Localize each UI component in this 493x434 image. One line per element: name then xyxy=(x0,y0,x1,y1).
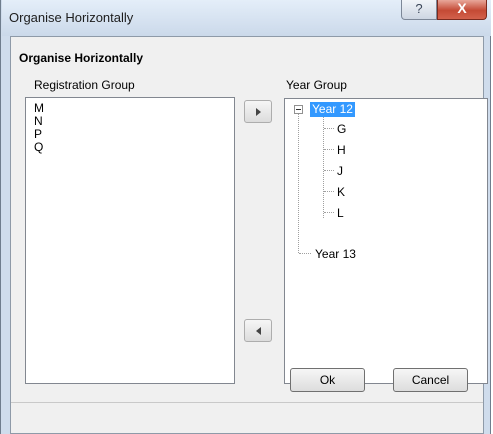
ok-button[interactable]: Ok xyxy=(290,368,365,392)
close-icon: X xyxy=(457,0,467,16)
dialog-client-area: Organise Horizontally Registration Group… xyxy=(10,36,488,434)
tree-node-year-12[interactable]: Year 12 xyxy=(310,102,355,117)
year-group-tree[interactable]: Year 12 G H J K L Year 13 xyxy=(284,98,488,384)
move-left-button[interactable] xyxy=(244,319,272,342)
tree-node-child[interactable]: G xyxy=(337,122,346,137)
tree-connector xyxy=(324,191,334,192)
list-item[interactable]: Q xyxy=(34,141,43,154)
registration-group-label: Registration Group xyxy=(34,78,135,92)
move-right-button[interactable] xyxy=(244,100,272,123)
window-frame: Organise Horizontally ? X Organise Horiz… xyxy=(0,0,491,434)
collapse-icon[interactable] xyxy=(294,105,303,114)
window-title: Organise Horizontally xyxy=(9,10,134,25)
group-title: Organise Horizontally xyxy=(19,51,144,65)
tree-node-child[interactable]: L xyxy=(337,206,344,221)
help-button[interactable]: ? xyxy=(401,0,437,20)
tree-node-child[interactable]: J xyxy=(337,164,343,179)
tree-connector xyxy=(299,253,311,254)
tree-node-child[interactable]: K xyxy=(337,185,345,200)
tree-node-year-13[interactable]: Year 13 xyxy=(315,247,356,262)
tree-node-child[interactable]: H xyxy=(337,143,346,158)
tree-connector xyxy=(298,113,299,253)
cancel-button[interactable]: Cancel xyxy=(393,368,468,392)
tree-connector xyxy=(324,212,334,213)
tree-connector xyxy=(324,170,334,171)
close-button[interactable]: X xyxy=(437,0,487,20)
help-icon: ? xyxy=(415,1,423,16)
tree-connector xyxy=(324,149,334,150)
triangle-right-icon xyxy=(256,108,261,116)
title-bar[interactable]: Organise Horizontally ? X xyxy=(2,0,491,36)
registration-group-list[interactable]: M N P Q xyxy=(25,97,235,384)
triangle-left-icon xyxy=(256,327,261,335)
footer-separator xyxy=(11,402,483,403)
year-group-label: Year Group xyxy=(286,78,347,92)
tree-connector xyxy=(324,128,334,129)
